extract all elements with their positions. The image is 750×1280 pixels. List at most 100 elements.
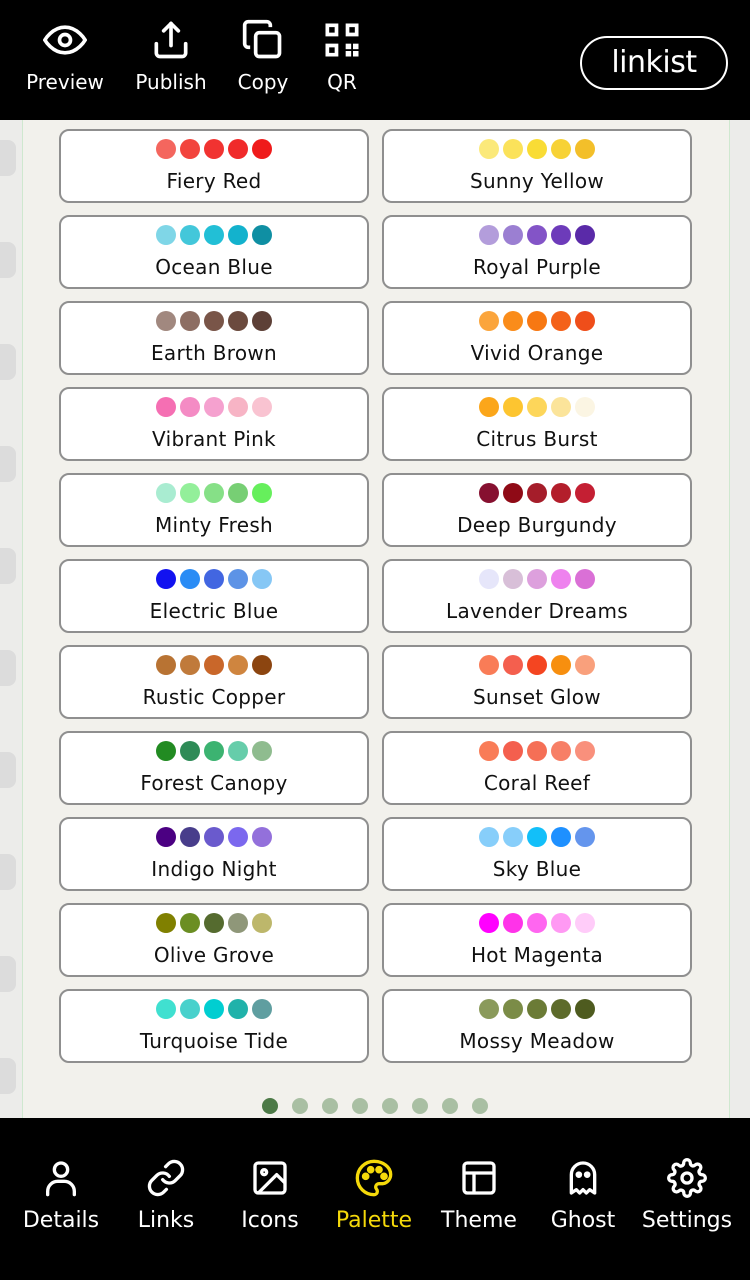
color-swatch [156,655,176,675]
color-swatch [156,913,176,933]
color-swatch [479,139,499,159]
color-swatch [575,999,595,1019]
color-swatch [180,225,200,245]
palette-swatches [384,569,690,591]
linkist-logo[interactable]: linkist [580,36,728,90]
palette-swatches [384,913,690,935]
color-swatch [204,311,224,331]
color-swatch [252,139,272,159]
color-swatch [503,225,523,245]
palette-card[interactable]: Minty Fresh [59,473,369,547]
nav-links[interactable]: Links [114,1158,218,1233]
page-dot[interactable] [472,1098,488,1114]
color-swatch [551,913,571,933]
color-swatch [479,913,499,933]
page-dot[interactable] [322,1098,338,1114]
color-swatch [479,483,499,503]
color-swatch [252,655,272,675]
nav-icons[interactable]: Icons [218,1158,322,1233]
palette-name: Coral Reef [483,771,591,795]
copy-button[interactable]: Copy [218,18,308,108]
palette-card[interactable]: Olive Grove [59,903,369,977]
color-swatch [527,655,547,675]
color-swatch [228,999,248,1019]
color-swatch [156,999,176,1019]
palette-card[interactable]: Rustic Copper [59,645,369,719]
page-dot[interactable] [442,1098,458,1114]
qr-code-icon [325,23,359,57]
color-swatch [252,569,272,589]
color-swatch [180,139,200,159]
palette-card[interactable]: Vivid Orange [382,301,692,375]
page-dot[interactable] [412,1098,428,1114]
color-swatch [527,827,547,847]
nav-palette[interactable]: Palette [322,1158,426,1233]
top-toolbar: Preview Publish Copy QR linkist [0,0,750,120]
color-swatch [551,397,571,417]
palette-name: Lavender Dreams [446,599,628,623]
palette-card[interactable]: Vibrant Pink [59,387,369,461]
palette-card[interactable]: Deep Burgundy [382,473,692,547]
nav-theme[interactable]: Theme [427,1158,531,1233]
nav-ghost[interactable]: Ghost [531,1158,635,1233]
nav-details[interactable]: Details [9,1158,113,1233]
color-swatch [503,311,523,331]
palette-swatches [61,913,367,935]
nav-settings-label: Settings [641,1208,733,1233]
palette-swatches [61,483,367,505]
qr-button[interactable]: QR [297,18,387,108]
palette-card[interactable]: Forest Canopy [59,731,369,805]
page-dot[interactable] [262,1098,278,1114]
nav-icons-label: Icons [241,1208,299,1233]
palette-name: Citrus Burst [476,427,598,451]
palette-card[interactable]: Ocean Blue [59,215,369,289]
palette-card[interactable]: Fiery Red [59,129,369,203]
color-swatch [527,483,547,503]
palette-swatches [384,139,690,161]
color-swatch [180,827,200,847]
color-swatch [204,913,224,933]
palette-card[interactable]: Hot Magenta [382,903,692,977]
preview-button[interactable]: Preview [20,18,110,108]
color-swatch [551,483,571,503]
layout-icon [462,1161,496,1195]
page-dot[interactable] [382,1098,398,1114]
page-dot[interactable] [292,1098,308,1114]
color-swatch [527,139,547,159]
palette-card[interactable]: Sky Blue [382,817,692,891]
color-swatch [479,397,499,417]
palette-card[interactable]: Citrus Burst [382,387,692,461]
palette-card[interactable]: Lavender Dreams [382,559,692,633]
palette-card[interactable]: Sunset Glow [382,645,692,719]
copy-icon [242,19,282,59]
color-swatch [527,741,547,761]
color-swatch [156,483,176,503]
copy-label: Copy [237,70,289,94]
color-swatch [575,655,595,675]
color-swatch [204,397,224,417]
palette-card[interactable]: Earth Brown [59,301,369,375]
user-icon [46,1161,77,1197]
palette-name: Minty Fresh [154,513,274,537]
palette-card[interactable]: Royal Purple [382,215,692,289]
palette-name: Vivid Orange [470,341,604,365]
nav-ghost-label: Ghost [550,1208,616,1233]
palette-card[interactable]: Electric Blue [59,559,369,633]
palette-swatches [61,397,367,419]
nav-settings[interactable]: Settings [635,1158,739,1233]
page-dot[interactable] [352,1098,368,1114]
palette-card[interactable]: Mossy Meadow [382,989,692,1063]
color-swatch [503,483,523,503]
palette-swatches [61,139,367,161]
color-swatch [252,741,272,761]
color-swatch [503,655,523,675]
palette-name: Rustic Copper [142,685,286,709]
palette-card[interactable]: Turquoise Tide [59,989,369,1063]
color-swatch [252,311,272,331]
color-swatch [479,741,499,761]
palette-card[interactable]: Indigo Night [59,817,369,891]
publish-button[interactable]: Publish [126,18,216,108]
palette-card[interactable]: Sunny Yellow [382,129,692,203]
color-swatch [575,311,595,331]
palette-card[interactable]: Coral Reef [382,731,692,805]
